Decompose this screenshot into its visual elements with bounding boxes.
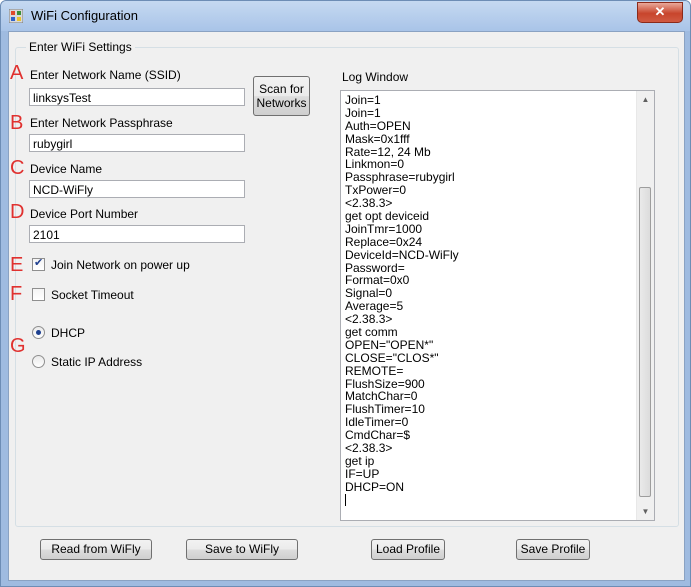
marker-g: G bbox=[10, 335, 26, 357]
log-line: JoinTmr=1000 bbox=[345, 221, 423, 236]
text-cursor bbox=[345, 493, 346, 506]
log-line: Mask=0x1fff bbox=[345, 131, 410, 146]
scan-networks-button[interactable]: Scan for Networks bbox=[253, 76, 310, 116]
log-line: get comm bbox=[345, 325, 398, 340]
scan-button-line2: Networks bbox=[256, 96, 307, 110]
log-line: Join=1 bbox=[345, 105, 381, 120]
device-name-label: Device Name bbox=[30, 162, 103, 176]
scroll-up-icon[interactable]: ▲ bbox=[637, 91, 654, 108]
passphrase-label: Enter Network Passphrase bbox=[30, 116, 173, 130]
window-title: WiFi Configuration bbox=[31, 8, 138, 23]
log-line: OPEN="OPEN*" bbox=[345, 337, 434, 352]
log-line: Auth=OPEN bbox=[345, 118, 411, 133]
log-scrollbar[interactable]: ▲ ▼ bbox=[636, 91, 654, 520]
log-line: Replace=0x24 bbox=[345, 234, 423, 249]
marker-c: C bbox=[10, 157, 25, 179]
save-to-wifly-button[interactable]: Save to WiFly bbox=[186, 539, 298, 560]
dhcp-label: DHCP bbox=[51, 326, 86, 340]
marker-e: E bbox=[10, 254, 24, 276]
app-icon bbox=[9, 9, 23, 23]
static-ip-label: Static IP Address bbox=[51, 355, 143, 369]
socket-timeout-checkbox[interactable] bbox=[32, 288, 45, 301]
passphrase-input[interactable]: rubygirl bbox=[29, 134, 245, 152]
log-line: CLOSE="CLOS*" bbox=[345, 350, 439, 365]
log-line: IF=UP bbox=[345, 466, 380, 481]
log-line: REMOTE= bbox=[345, 363, 404, 378]
title-bar[interactable]: WiFi Configuration ✕ bbox=[1, 1, 690, 31]
scroll-down-icon[interactable]: ▼ bbox=[637, 503, 654, 520]
log-lines: Join=1 Join=1 Auth=OPEN Mask=0x1fff Rate=12,… bbox=[345, 94, 637, 506]
ssid-label: Enter Network Name (SSID) bbox=[30, 68, 181, 82]
device-port-label: Device Port Number bbox=[30, 207, 139, 221]
scroll-thumb[interactable] bbox=[639, 187, 651, 497]
log-line: DeviceId=NCD-WiFly bbox=[345, 247, 459, 262]
join-network-label: Join Network on power up bbox=[51, 258, 190, 272]
save-profile-button[interactable]: Save Profile bbox=[516, 539, 590, 560]
log-line: get opt deviceid bbox=[345, 209, 430, 224]
close-icon: ✕ bbox=[654, 4, 666, 19]
device-port-input[interactable]: 2101 bbox=[29, 225, 245, 243]
marker-d: D bbox=[10, 201, 25, 223]
dhcp-radio[interactable] bbox=[32, 326, 45, 339]
static-ip-radio[interactable] bbox=[32, 355, 45, 368]
log-line: get ip bbox=[345, 453, 375, 468]
scan-button-line1: Scan for bbox=[259, 82, 304, 96]
log-line: DHCP=ON bbox=[345, 479, 405, 494]
read-from-wifly-button[interactable]: Read from WiFly bbox=[40, 539, 152, 560]
marker-f: F bbox=[10, 283, 23, 305]
marker-a: A bbox=[10, 62, 24, 84]
ssid-input[interactable]: linksysTest bbox=[29, 88, 245, 106]
close-button[interactable]: ✕ bbox=[637, 2, 683, 23]
log-line: <2.38.3> bbox=[345, 441, 393, 456]
socket-timeout-label: Socket Timeout bbox=[51, 288, 134, 302]
marker-b: B bbox=[10, 112, 24, 134]
join-network-checkbox[interactable] bbox=[32, 256, 45, 271]
log-window[interactable]: Join=1 Join=1 Auth=OPEN Mask=0x1fff Rate=12,… bbox=[340, 90, 655, 521]
group-title: Enter WiFi Settings bbox=[26, 40, 135, 54]
log-line: Join=1 bbox=[345, 93, 381, 107]
log-window-label: Log Window bbox=[342, 70, 409, 84]
device-name-input[interactable]: NCD-WiFly bbox=[29, 180, 245, 198]
load-profile-button[interactable]: Load Profile bbox=[371, 539, 445, 560]
